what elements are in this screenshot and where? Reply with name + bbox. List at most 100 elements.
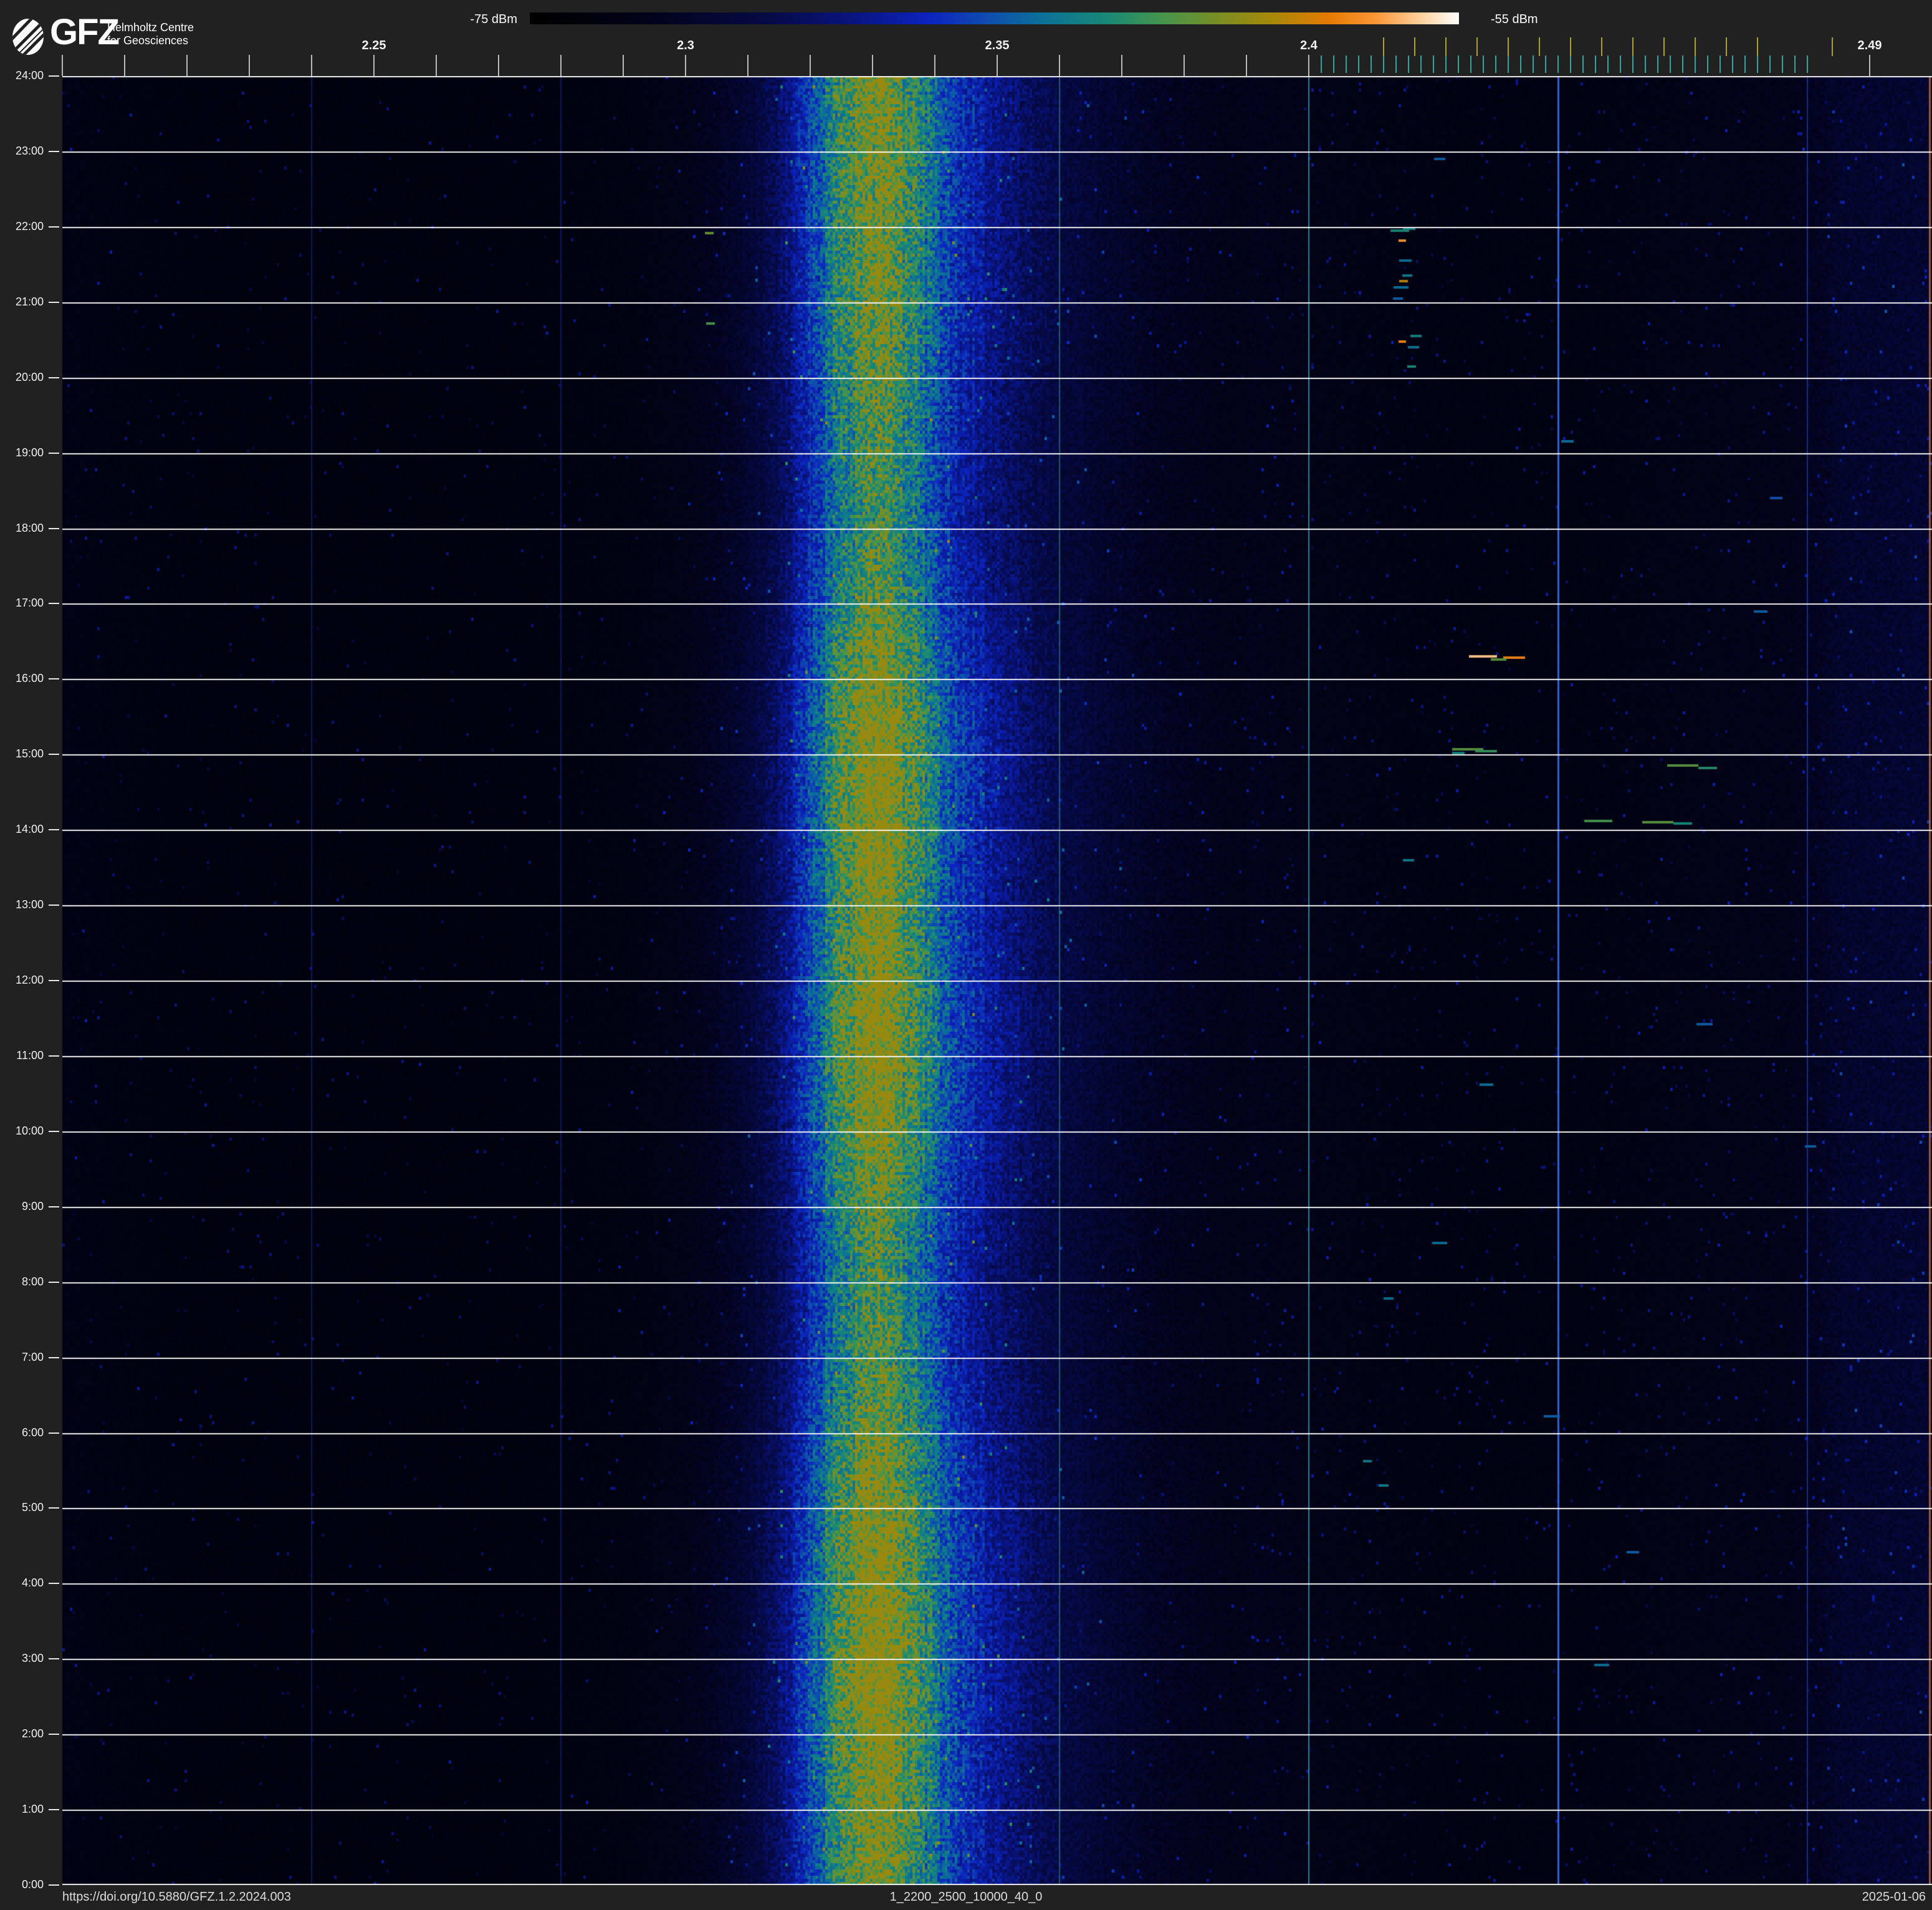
time-axis-label: 23:00 bbox=[15, 144, 44, 157]
time-axis-tick bbox=[49, 1884, 59, 1886]
bluetooth-channel-tick bbox=[1370, 55, 1372, 73]
logo-subtitle-line2: for Geosciences bbox=[107, 34, 189, 47]
gfz-globe-icon bbox=[12, 19, 44, 55]
wifi-channel-tick bbox=[1383, 37, 1384, 56]
time-axis-label: 6:00 bbox=[21, 1426, 44, 1439]
page-background: { "header": { "logo": { "brand": "GFZ", … bbox=[0, 0, 1932, 1910]
time-axis-label: 2:00 bbox=[21, 1727, 44, 1740]
freq-tick bbox=[810, 55, 811, 76]
time-axis-tick bbox=[49, 75, 59, 77]
freq-tick bbox=[1121, 55, 1122, 76]
wifi-channel-tick bbox=[1663, 37, 1665, 56]
time-axis-label: 9:00 bbox=[21, 1199, 44, 1212]
freq-tick bbox=[186, 55, 188, 76]
time-axis-label: 3:00 bbox=[21, 1652, 44, 1665]
bluetooth-channel-tick bbox=[1695, 55, 1696, 73]
freq-tick bbox=[872, 55, 873, 76]
time-axis-tick bbox=[49, 1356, 59, 1358]
freq-tick bbox=[1059, 55, 1060, 76]
wifi-channel-tick bbox=[1601, 37, 1602, 56]
freq-tick bbox=[1246, 55, 1247, 76]
time-axis-tick bbox=[49, 1206, 59, 1207]
colorbar-min-label: -75 dBm bbox=[470, 12, 517, 26]
time-axis-label: 11:00 bbox=[16, 1049, 44, 1062]
bluetooth-channel-tick bbox=[1744, 55, 1746, 73]
time-axis-tick bbox=[49, 1583, 59, 1585]
bluetooth-channel-tick bbox=[1769, 55, 1771, 73]
time-axis-label: 24:00 bbox=[15, 69, 44, 82]
time-axis-tick bbox=[49, 754, 59, 756]
bluetooth-channel-tick bbox=[1794, 55, 1796, 73]
bluetooth-channel-tick bbox=[1358, 55, 1359, 73]
wifi-channel-tick bbox=[1539, 37, 1540, 56]
freq-tick bbox=[311, 55, 312, 76]
time-axis-label: 16:00 bbox=[15, 672, 44, 685]
wifi-channel-tick bbox=[1508, 37, 1509, 56]
time-axis-label: 22:00 bbox=[15, 219, 44, 233]
bluetooth-channel-tick bbox=[1346, 55, 1347, 73]
footer-filename-text: 1_2200_2500_10000_40_0 bbox=[889, 1890, 1043, 1904]
freq-tick bbox=[498, 55, 499, 76]
freq-tick bbox=[436, 55, 437, 76]
freq-tick bbox=[623, 55, 624, 76]
freq-tick bbox=[934, 55, 935, 76]
wifi-channel-tick bbox=[1414, 37, 1415, 56]
time-axis-tick bbox=[49, 1055, 59, 1057]
bluetooth-channel-tick bbox=[1732, 55, 1733, 73]
time-axis-label: 19:00 bbox=[15, 446, 44, 459]
bluetooth-channel-tick bbox=[1782, 55, 1783, 73]
bluetooth-channel-tick bbox=[1545, 55, 1546, 73]
bluetooth-channel-tick bbox=[1757, 55, 1758, 73]
bluetooth-channel-tick bbox=[1408, 55, 1409, 73]
time-axis-label: 1:00 bbox=[21, 1803, 44, 1816]
time-axis-label: 14:00 bbox=[15, 823, 44, 836]
bluetooth-channel-tick bbox=[1383, 55, 1384, 73]
freq-axis-label: 2.49 bbox=[1857, 39, 1882, 52]
time-axis-tick bbox=[49, 1658, 59, 1660]
freq-axis-label: 2.35 bbox=[985, 39, 1010, 52]
time-axis-label: 20:00 bbox=[15, 370, 44, 383]
colorbar-max-label: -55 dBm bbox=[1491, 12, 1538, 26]
time-axis-tick bbox=[49, 226, 59, 228]
freq-tick bbox=[373, 55, 375, 76]
bluetooth-channel-tick bbox=[1445, 55, 1447, 73]
bluetooth-channel-tick bbox=[1670, 55, 1671, 73]
time-axis-label: 8:00 bbox=[21, 1275, 44, 1288]
time-axis-label: 0:00 bbox=[21, 1878, 44, 1891]
time-axis-tick bbox=[49, 1507, 59, 1509]
bluetooth-channel-tick bbox=[1495, 55, 1496, 73]
freq-axis-label: 2.4 bbox=[1300, 39, 1317, 52]
time-axis-tick bbox=[49, 452, 59, 454]
time-axis-label: 18:00 bbox=[15, 521, 44, 534]
bluetooth-channel-tick bbox=[1420, 55, 1422, 73]
time-axis-tick bbox=[49, 905, 59, 906]
bluetooth-channel-tick bbox=[1458, 55, 1459, 73]
wifi-channel-tick bbox=[1632, 37, 1633, 56]
bluetooth-channel-tick bbox=[1333, 55, 1334, 73]
time-axis-tick bbox=[49, 1281, 59, 1283]
freq-tick bbox=[997, 55, 998, 76]
bluetooth-channel-tick bbox=[1707, 55, 1708, 73]
gfz-logo: GFZ Helmholtz Centre for Geosciences bbox=[11, 12, 198, 57]
time-axis-tick bbox=[49, 301, 59, 303]
bluetooth-channel-tick bbox=[1570, 55, 1571, 73]
time-axis-label: 21:00 bbox=[15, 295, 44, 308]
bluetooth-channel-tick bbox=[1520, 55, 1521, 73]
time-axis-tick bbox=[49, 678, 59, 680]
freq-tick bbox=[560, 55, 562, 76]
freq-tick bbox=[685, 55, 686, 76]
freq-tick bbox=[249, 55, 250, 76]
freq-tick bbox=[1869, 55, 1870, 76]
bluetooth-channel-tick bbox=[1607, 55, 1609, 73]
time-axis-tick bbox=[49, 829, 59, 831]
time-axis-tick bbox=[49, 527, 59, 529]
time-axis-tick bbox=[49, 1809, 59, 1811]
freq-axis-label: 2.3 bbox=[677, 39, 694, 52]
wifi-channel-tick bbox=[1757, 37, 1758, 56]
time-axis-label: 4:00 bbox=[21, 1576, 44, 1590]
bluetooth-channel-tick bbox=[1433, 55, 1434, 73]
time-axis-tick bbox=[49, 377, 59, 378]
colorbar bbox=[530, 12, 1459, 24]
freq-tick bbox=[124, 55, 125, 76]
time-axis-tick bbox=[49, 1130, 59, 1132]
